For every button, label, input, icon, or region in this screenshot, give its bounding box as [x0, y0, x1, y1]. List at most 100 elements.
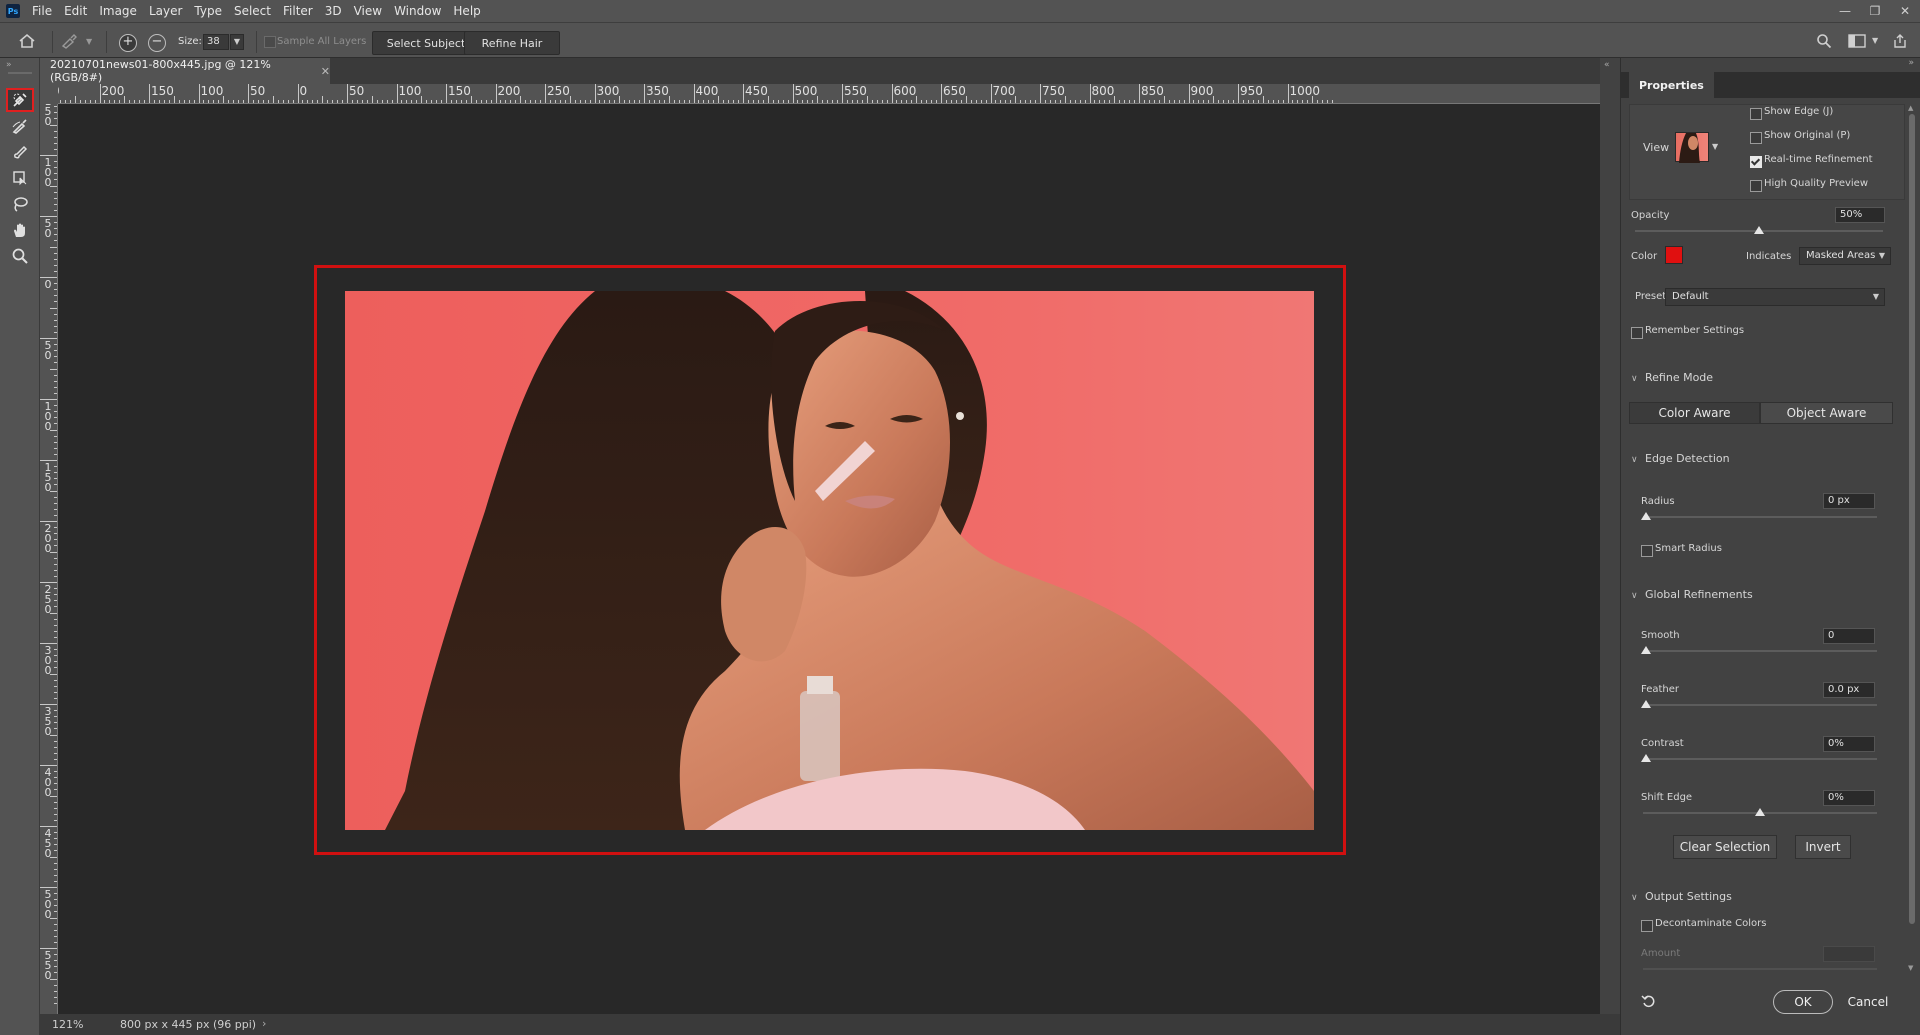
feather-slider-thumb[interactable] — [1641, 700, 1651, 708]
feather-label: Feather — [1641, 684, 1680, 695]
hand-tool-icon[interactable] — [6, 218, 34, 242]
close-window-icon[interactable]: ✕ — [1890, 0, 1920, 22]
smooth-slider-track[interactable] — [1643, 650, 1877, 652]
show-edge-checkbox[interactable] — [1750, 108, 1762, 120]
ruler-label: 850 — [1141, 84, 1164, 98]
cancel-button[interactable]: Cancel — [1837, 990, 1899, 1014]
feather-slider-track[interactable] — [1643, 704, 1877, 706]
zoom-level[interactable]: 121% — [52, 1018, 83, 1031]
feather-input[interactable]: 0.0 px — [1823, 682, 1875, 698]
panel-scrollbar-thumb[interactable] — [1909, 114, 1915, 924]
opacity-input[interactable]: 50% — [1835, 207, 1885, 223]
remember-settings-checkbox[interactable] — [1631, 327, 1643, 339]
ruler-tick — [792, 84, 794, 103]
view-thumbnail[interactable] — [1675, 132, 1709, 163]
brush-preset-chevron-icon[interactable]: ▼ — [86, 37, 92, 46]
share-icon[interactable] — [1892, 33, 1910, 51]
ok-button[interactable]: OK — [1773, 990, 1833, 1014]
output-settings-header[interactable]: ∨ Output Settings — [1631, 890, 1732, 903]
ruler-origin[interactable] — [40, 84, 58, 104]
panel-tab-bar: Properties — [1621, 72, 1920, 98]
global-refinements-header[interactable]: ∨ Global Refinements — [1631, 588, 1753, 601]
refine-mode-label: Refine Mode — [1645, 371, 1714, 384]
object-selection-tool-icon[interactable] — [6, 166, 34, 190]
document-tab[interactable]: 20210701news01-800x445.jpg @ 121% (RGB/8… — [40, 58, 330, 84]
preset-dropdown[interactable]: Default ▼ — [1665, 288, 1885, 306]
horizontal-ruler[interactable]: 0200150100500501001502002503003504004505… — [58, 84, 1600, 104]
smart-radius-checkbox[interactable] — [1641, 545, 1653, 557]
indicates-dropdown[interactable]: Masked Areas ▼ — [1799, 247, 1891, 265]
menu-window[interactable]: Window — [388, 0, 447, 22]
contrast-slider-track[interactable] — [1643, 758, 1877, 760]
output-settings-label: Output Settings — [1645, 890, 1732, 903]
smooth-input[interactable]: 0 — [1823, 628, 1875, 644]
search-icon[interactable] — [1816, 33, 1836, 51]
tab-properties[interactable]: Properties — [1629, 72, 1714, 98]
scroll-down-icon[interactable]: ▼ — [1908, 964, 1913, 972]
expand-tools-icon[interactable]: » — [6, 60, 12, 70]
object-aware-button[interactable]: Object Aware — [1760, 402, 1893, 424]
amount-label: Amount — [1641, 948, 1681, 959]
color-aware-button[interactable]: Color Aware — [1629, 402, 1760, 424]
shift-edge-slider-thumb[interactable] — [1755, 808, 1765, 816]
add-to-selection-icon[interactable]: + — [119, 34, 137, 52]
invert-button[interactable]: Invert — [1795, 835, 1851, 859]
smooth-slider-thumb[interactable] — [1641, 646, 1651, 654]
menu-type[interactable]: Type — [188, 0, 228, 22]
realtime-refinement-checkbox[interactable] — [1750, 156, 1762, 168]
overlay-color-swatch[interactable] — [1665, 246, 1683, 264]
radius-slider-thumb[interactable] — [1641, 512, 1651, 520]
size-chevron-icon[interactable]: ▼ — [230, 34, 244, 50]
menu-edit[interactable]: Edit — [58, 0, 93, 22]
show-original-checkbox[interactable] — [1750, 132, 1762, 144]
menu-help[interactable]: Help — [447, 0, 486, 22]
clear-selection-button[interactable]: Clear Selection — [1673, 835, 1777, 859]
contrast-slider-thumb[interactable] — [1641, 754, 1651, 762]
menu-file[interactable]: File — [26, 0, 58, 22]
refine-hair-button[interactable]: Refine Hair — [464, 31, 560, 55]
show-edge-label: Show Edge (J) — [1764, 106, 1834, 117]
collapse-left-icon[interactable]: « — [1604, 60, 1610, 70]
panel-scrollbar[interactable]: ▲ ▼ — [1908, 104, 1916, 974]
restore-icon[interactable]: ❐ — [1860, 0, 1890, 22]
contrast-input[interactable]: 0% — [1823, 736, 1875, 752]
high-quality-preview-checkbox[interactable] — [1750, 180, 1762, 192]
edge-detection-header[interactable]: ∨ Edge Detection — [1631, 452, 1730, 465]
ruler-label: 100 — [200, 84, 224, 98]
refine-mode-header[interactable]: ∨ Refine Mode — [1631, 371, 1713, 384]
workspace-icon[interactable] — [1848, 34, 1868, 50]
collapse-panel-icon[interactable]: » — [1908, 58, 1914, 68]
close-tab-icon[interactable]: ✕ — [321, 65, 330, 78]
reset-icon[interactable] — [1641, 993, 1659, 1011]
lasso-tool-icon[interactable] — [6, 192, 34, 216]
vertical-ruler[interactable]: 1 5 0 1 0 0 5 0 0 5 0 1 0 0 1 5 0 2 0 0 2 5 0 3 0… — [40, 104, 58, 1014]
minimize-icon[interactable]: — — [1830, 0, 1860, 22]
refine-edge-brush-icon[interactable] — [6, 114, 34, 138]
decontaminate-colors-checkbox[interactable] — [1641, 920, 1653, 932]
document-image[interactable] — [345, 291, 1314, 830]
size-input[interactable]: 38 — [203, 34, 229, 50]
view-chevron-icon[interactable]: ▼ — [1712, 142, 1718, 151]
radius-slider-track[interactable] — [1643, 516, 1877, 518]
menu-select[interactable]: Select — [228, 0, 277, 22]
workspace-chevron-icon[interactable]: ▼ — [1872, 36, 1878, 45]
sample-all-layers-checkbox[interactable] — [264, 36, 276, 48]
ruler-label: 1 0 0 — [44, 400, 52, 433]
ruler-minor-tick — [272, 96, 274, 103]
zoom-tool-icon[interactable] — [6, 244, 34, 268]
home-icon[interactable] — [18, 33, 38, 51]
menu-view[interactable]: View — [348, 0, 388, 22]
radius-input[interactable]: 0 px — [1823, 493, 1875, 509]
scroll-up-icon[interactable]: ▲ — [1908, 104, 1913, 112]
quick-selection-tool-icon[interactable] — [6, 88, 34, 112]
menu-3d[interactable]: 3D — [319, 0, 348, 22]
menu-layer[interactable]: Layer — [143, 0, 188, 22]
brush-preset-icon[interactable] — [60, 33, 82, 51]
status-chevron-icon[interactable]: › — [262, 1017, 266, 1030]
menu-filter[interactable]: Filter — [277, 0, 319, 22]
brush-tool-icon[interactable] — [6, 140, 34, 164]
menu-image[interactable]: Image — [93, 0, 143, 22]
subtract-from-selection-icon[interactable]: − — [148, 34, 166, 52]
shift-edge-input[interactable]: 0% — [1823, 790, 1875, 806]
opacity-slider-thumb[interactable] — [1754, 226, 1764, 234]
